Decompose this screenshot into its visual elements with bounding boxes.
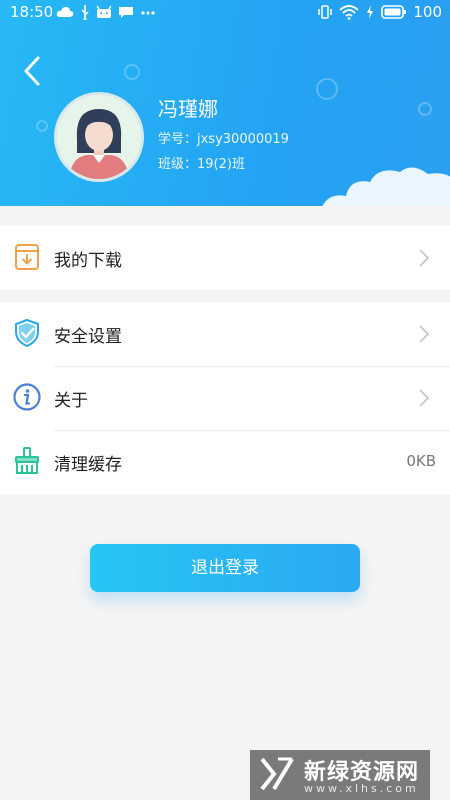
cloud-icon [56,7,74,17]
menu-item-clear-cache[interactable]: 清理缓存 0KB [0,430,450,494]
status-icons-right: 100 [317,3,442,21]
menu-item-label: 清理缓存 [54,455,122,475]
chevron-right-icon [419,249,430,267]
profile-header: 18:50 100 冯瑾娜 学号：jxsy30000019 班级：19(2)班 [0,0,450,206]
info-icon [13,383,41,411]
menu-group-downloads: 我的下载 [0,226,450,290]
menu-item-about[interactable]: 关于 [0,366,450,430]
cache-size: 0KB [406,452,436,470]
decor-bubble [418,102,432,116]
decor-bubble [316,78,338,100]
wifi-icon [339,5,359,20]
decor-bubble [36,120,48,132]
menu-item-security-settings[interactable]: 安全设置 [0,302,450,366]
shield-check-icon [15,318,39,348]
battery-icon [381,5,407,19]
android-icon [96,5,112,18]
cloud-decoration [322,167,450,206]
download-book-icon [15,244,39,270]
menu-item-label: 安全设置 [54,327,122,347]
class-info: 班级：19(2)班 [158,157,245,172]
vibrate-icon [318,5,333,19]
menu-group-settings: 安全设置 关于 清理缓存 0KB [0,302,450,494]
avatar[interactable] [54,92,144,182]
student-id: 学号：jxsy30000019 [158,132,289,147]
user-name: 冯瑾娜 [158,97,218,121]
menu-item-label: 我的下载 [54,251,122,271]
logout-button[interactable]: 退出登录 [90,544,360,592]
menu-item-my-downloads[interactable]: 我的下载 [0,226,450,290]
avatar-illustration [57,95,141,179]
watermark-logo [260,757,294,791]
broom-icon [15,447,39,474]
status-icons-left [56,4,156,20]
message-icon [119,7,133,18]
status-time: 18:50 [10,3,54,21]
watermark-url: www.xlhs.com [304,782,419,795]
chevron-right-icon [419,325,430,343]
usb-icon [81,5,89,20]
more-icon [141,11,155,15]
site-watermark: 新绿资源网 www.xlhs.com [250,750,430,800]
chevron-right-icon [419,389,430,407]
menu-item-label: 关于 [54,391,88,411]
status-bar: 18:50 100 [0,0,450,26]
charging-icon [367,5,374,19]
decor-bubble [124,64,140,80]
battery-level: 100 [413,3,442,21]
back-arrow-icon[interactable] [18,54,48,88]
